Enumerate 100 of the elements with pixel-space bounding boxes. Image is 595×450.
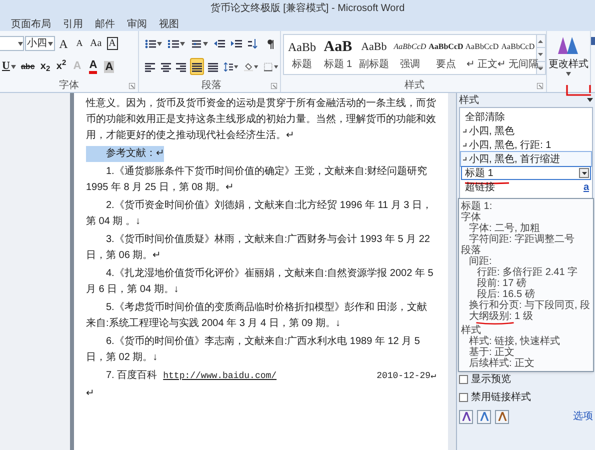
tooltip-line: 字体: 二号, 加粗 xyxy=(468,223,542,234)
caret-icon xyxy=(48,42,53,46)
border-icon xyxy=(264,62,273,72)
tooltip-line: 段后: 16.5 磅 xyxy=(476,289,535,300)
paragraph: 性意义。因为，货币及货币资金的运动是贯穿于所有金融活动的一条主线，而货币的功能和效用正是支持这条主线形成的初始力量。当然，理解货币的功能和效用，才能更好的使之推动现代社会经济生活。↵ xyxy=(86,96,436,143)
style-dropdown-button[interactable] xyxy=(579,168,589,178)
line-spacing-icon xyxy=(224,62,234,72)
pane-menu-button[interactable] xyxy=(587,98,593,102)
character-style-mark: a xyxy=(583,180,589,194)
paragraph: 5.《考虑货币时间价值的变质商品临时价格折扣模型》彭作和 田澎，文献来自:系统工程理论与实践 2004 年 3 月 4 日，第 09 期。↓ xyxy=(86,300,428,331)
caret-icon xyxy=(274,64,278,68)
tooltip-line: 字符间距: 字距调整二号 xyxy=(468,234,576,245)
checkbox[interactable] xyxy=(459,393,468,402)
underline-button[interactable]: U xyxy=(0,58,18,75)
ribbon-tab[interactable]: 页面布局 xyxy=(8,18,54,31)
caret-icon xyxy=(254,64,258,68)
tooltip-line: 标题 1: xyxy=(461,201,494,212)
group-label: 样式 xyxy=(404,78,424,93)
style-list-item[interactable]: 小四, 黑色 xyxy=(461,124,591,138)
tooltip-line: 行距: 多倍行距 2.41 字 xyxy=(476,267,579,278)
paragraph: 2.《货币资金时间价值》刘德娟，文献来自:北方经贸 1996 年 11 月 3 日，第 04 期 。↓ xyxy=(86,198,433,229)
grow-font-button[interactable]: A xyxy=(56,35,71,52)
tooltip-line: 段落 xyxy=(461,245,482,256)
paragraph-mark-icon xyxy=(463,157,467,161)
tooltip-line: 换行和分页: 与下段同页, 段 xyxy=(468,300,591,311)
align-center-icon xyxy=(160,62,171,72)
shading-button[interactable]: A xyxy=(102,58,117,75)
caret-icon xyxy=(18,42,23,46)
ribbon-tab[interactable]: 引用 xyxy=(60,18,86,31)
checkbox[interactable] xyxy=(459,375,468,384)
launcher-icon xyxy=(270,82,277,88)
bullet-list-icon xyxy=(144,38,156,48)
tooltip-line: 大纲级别: 1 级 xyxy=(468,311,534,322)
style-gallery-item[interactable]: AaBbCcD 强调 xyxy=(392,35,428,74)
link[interactable]: http://www.baidu.com/ xyxy=(163,368,277,384)
shrink-font-button[interactable]: A xyxy=(72,35,87,52)
style-inspector-button[interactable] xyxy=(477,410,491,424)
tooltip-line: 字体 xyxy=(461,212,482,223)
group-label: 段落 xyxy=(201,78,222,93)
paragraph-mark: ↵ xyxy=(86,387,94,401)
tooltip-line: 间距: xyxy=(468,256,493,267)
justify-icon xyxy=(192,62,202,72)
style-list-item[interactable]: 超链接 a xyxy=(461,180,591,194)
paragraph: 6.《货币的时间价值》李志南，文献来自:广西水利水电 1989 年 12 月 5 日，第 02 期。↓ xyxy=(86,334,421,365)
align-left-icon xyxy=(144,62,155,72)
scroll-down-button[interactable] xyxy=(536,47,545,62)
character-border-button[interactable]: A xyxy=(104,35,120,52)
triangles-icon xyxy=(557,35,580,55)
checkbox-label[interactable]: 显示预览 xyxy=(471,372,511,387)
style-gallery-item[interactable]: AaBbCcD ↵ 无间隔 xyxy=(500,35,536,74)
pilcrow-icon xyxy=(266,38,274,48)
style-gallery-item[interactable]: AaB 标题 1 xyxy=(320,35,356,74)
style-list-item[interactable]: 小四, 黑色, 行距: 1 xyxy=(461,138,591,152)
launcher-icon xyxy=(536,82,543,88)
tooltip-line: 样式: 链接, 快速样式 xyxy=(468,336,562,347)
tooltip-line: 后续样式: 正文 xyxy=(468,358,536,369)
font-name-field[interactable] xyxy=(0,36,24,51)
superscript-button[interactable]: x$^{2}$ xyxy=(54,58,69,75)
caret-icon xyxy=(538,52,544,56)
manage-styles-button[interactable] xyxy=(495,410,509,424)
font-size-field[interactable]: 小四 xyxy=(25,36,55,51)
caret-icon xyxy=(234,64,238,68)
options-link[interactable]: 选项 xyxy=(573,409,593,424)
subscript-button[interactable]: x$_{2}$ xyxy=(38,58,53,75)
style-gallery-item[interactable]: AaBb 标题 xyxy=(284,35,320,74)
tooltip-line: 段前: 17 磅 xyxy=(476,278,526,289)
caret-icon xyxy=(10,64,16,68)
strikethrough-button[interactable]: abc xyxy=(18,58,37,75)
decrease-indent-icon xyxy=(214,38,225,48)
style-gallery-item[interactable]: AaBb 副标题 xyxy=(356,35,392,74)
change-styles-button[interactable]: 更改样式 xyxy=(546,31,590,92)
font-color-button[interactable]: A xyxy=(86,58,101,75)
style-list-item[interactable]: 全部清除 xyxy=(461,110,591,124)
ribbon-tab[interactable]: 视图 xyxy=(156,18,182,31)
style-list-item[interactable]: 小四, 黑色, 首行缩进 xyxy=(461,152,591,166)
paragraph-mark-icon xyxy=(463,129,467,133)
paragraph: 3.《货币时间价值质疑》林雨，文献来自:广西财务与会计 1993 年 5 月 22 日，第 06 期。↵ xyxy=(86,232,431,263)
new-style-button[interactable] xyxy=(459,410,473,424)
checkbox-label[interactable]: 禁用链接样式 xyxy=(471,390,531,405)
tooltip-line: 样式 xyxy=(461,325,481,336)
numbered-list-icon xyxy=(168,38,179,48)
increase-indent-icon xyxy=(230,38,242,48)
caret-icon xyxy=(582,172,586,174)
style-gallery-item[interactable]: AaBbCcD 要点 xyxy=(428,35,464,74)
change-case-button[interactable]: Aa xyxy=(88,35,104,52)
justify-button[interactable] xyxy=(190,58,204,75)
launcher-icon xyxy=(128,82,135,88)
tooltip-line: 基于: 正文 xyxy=(468,347,516,358)
ribbon-tab[interactable]: 审阅 xyxy=(124,18,150,31)
caret-icon xyxy=(156,42,162,46)
sort-icon xyxy=(248,38,258,48)
caret-icon xyxy=(566,72,572,76)
multilevel-list-icon xyxy=(190,38,202,48)
align-right-icon xyxy=(176,62,186,72)
paragraph-mark-icon xyxy=(463,143,467,147)
caret-icon xyxy=(538,66,544,70)
group-label: 字体 xyxy=(58,78,79,93)
paragraph: 参考文献：↵ xyxy=(86,146,164,162)
ribbon-tab[interactable]: 邮件 xyxy=(92,18,118,31)
reference-text: 7. 百度百科 xyxy=(106,368,158,383)
